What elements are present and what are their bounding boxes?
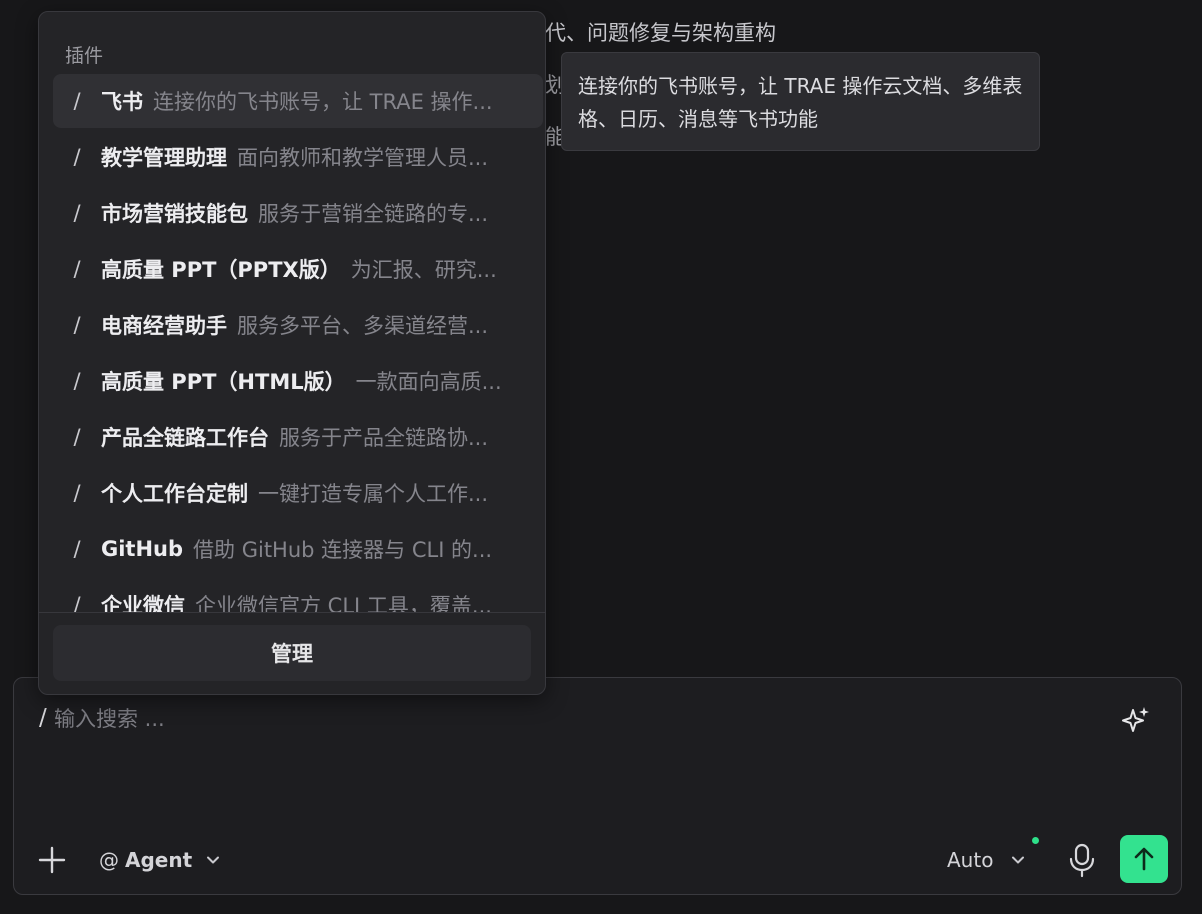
slash-icon: /: [73, 145, 81, 169]
slash-icon: /: [73, 425, 81, 449]
plugins-menu: 插件 / 飞书 连接你的飞书账号，让 TRAE 操作... / 教学管理助理 面…: [38, 11, 546, 695]
plugin-name: 飞书: [101, 90, 143, 114]
sparkle-icon[interactable]: [1119, 704, 1153, 738]
search-input[interactable]: [54, 702, 654, 736]
plugin-name: 电商经营助手: [101, 314, 227, 338]
app-root: 代、问题修复与架构重构 划 能 / @ Agent Auto: [0, 0, 1202, 914]
plugin-tooltip: 连接你的飞书账号，让 TRAE 操作云文档、多维表格、日历、消息等飞书功能: [561, 52, 1040, 151]
add-attachment-button[interactable]: [36, 844, 68, 876]
plugin-item-marketing-skills[interactable]: / 市场营销技能包 服务于营销全链路的专...: [53, 186, 543, 240]
plugin-name: 教学管理助理: [101, 146, 227, 170]
plugin-description: 服务于营销全链路的专...: [258, 202, 489, 226]
slash-icon: /: [73, 369, 81, 393]
microphone-button[interactable]: [1066, 842, 1098, 878]
chevron-down-icon: [1012, 856, 1025, 864]
model-label: Auto: [947, 848, 994, 872]
plugin-description: 连接你的飞书账号，让 TRAE 操作...: [153, 90, 493, 114]
message-composer: / @ Agent Auto: [13, 677, 1182, 895]
plugin-name: 高质量 PPT（PPTX版）: [101, 258, 341, 282]
plugin-item-ppt-html[interactable]: / 高质量 PPT（HTML版） 一款面向高质...: [53, 354, 543, 408]
agent-label: Agent: [125, 848, 193, 872]
model-selector[interactable]: Auto: [947, 844, 1027, 876]
plugin-item-ecommerce[interactable]: / 电商经营助手 服务多平台、多渠道经营...: [53, 298, 543, 352]
plugin-description: 一款面向高质...: [355, 370, 502, 394]
slash-icon: /: [73, 593, 81, 612]
slash-icon: /: [73, 537, 81, 561]
menu-header: 插件: [65, 45, 104, 67]
slash-prefix: /: [39, 705, 47, 731]
plugin-description: 为汇报、研究...: [350, 258, 497, 282]
plugin-description: 服务于产品全链路协...: [279, 426, 489, 450]
send-button[interactable]: [1120, 835, 1168, 883]
plugin-name: GitHub: [101, 537, 184, 561]
manage-button[interactable]: 管理: [53, 625, 531, 681]
plugin-description: 企业微信官方 CLI 工具，覆盖...: [195, 594, 492, 612]
plugin-item-personal-workbench[interactable]: / 个人工作台定制 一键打造专属个人工作...: [53, 466, 543, 520]
chevron-down-icon: [207, 856, 220, 864]
plugin-description: 面向教师和教学管理人员...: [237, 146, 489, 170]
agent-selector[interactable]: @ Agent: [99, 844, 222, 876]
plugin-item-wecom[interactable]: / 企业微信 企业微信官方 CLI 工具，覆盖...: [53, 578, 543, 612]
plugin-list[interactable]: / 飞书 连接你的飞书账号，让 TRAE 操作... / 教学管理助理 面向教师…: [39, 74, 545, 612]
slash-icon: /: [73, 257, 81, 281]
plugin-item-teaching-assistant[interactable]: / 教学管理助理 面向教师和教学管理人员...: [53, 130, 543, 184]
plugin-item-github[interactable]: / GitHub 借助 GitHub 连接器与 CLI 的...: [53, 522, 543, 576]
at-icon: @: [99, 848, 119, 872]
plugin-name: 市场营销技能包: [101, 202, 248, 226]
background-text-line: 代、问题修复与架构重构: [545, 21, 776, 45]
divider: [39, 612, 545, 613]
slash-icon: /: [73, 201, 81, 225]
plugin-item-product-workbench[interactable]: / 产品全链路工作台 服务于产品全链路协...: [53, 410, 543, 464]
plugin-item-ppt-pptx[interactable]: / 高质量 PPT（PPTX版） 为汇报、研究...: [53, 242, 543, 296]
slash-icon: /: [73, 481, 81, 505]
plugin-name: 个人工作台定制: [101, 482, 248, 506]
plugin-name: 高质量 PPT（HTML版）: [101, 370, 346, 394]
slash-icon: /: [73, 89, 81, 113]
plugin-description: 借助 GitHub 连接器与 CLI 的...: [193, 538, 493, 562]
status-dot: [1032, 837, 1039, 844]
plugin-description: 一键打造专属个人工作...: [258, 482, 489, 506]
arrow-up-icon: [1134, 847, 1154, 871]
plugin-name: 企业微信: [101, 594, 185, 612]
plugin-name: 产品全链路工作台: [101, 426, 269, 450]
plugin-item-feishu[interactable]: / 飞书 连接你的飞书账号，让 TRAE 操作...: [53, 74, 543, 128]
plugin-description: 服务多平台、多渠道经营...: [237, 314, 489, 338]
slash-icon: /: [73, 313, 81, 337]
